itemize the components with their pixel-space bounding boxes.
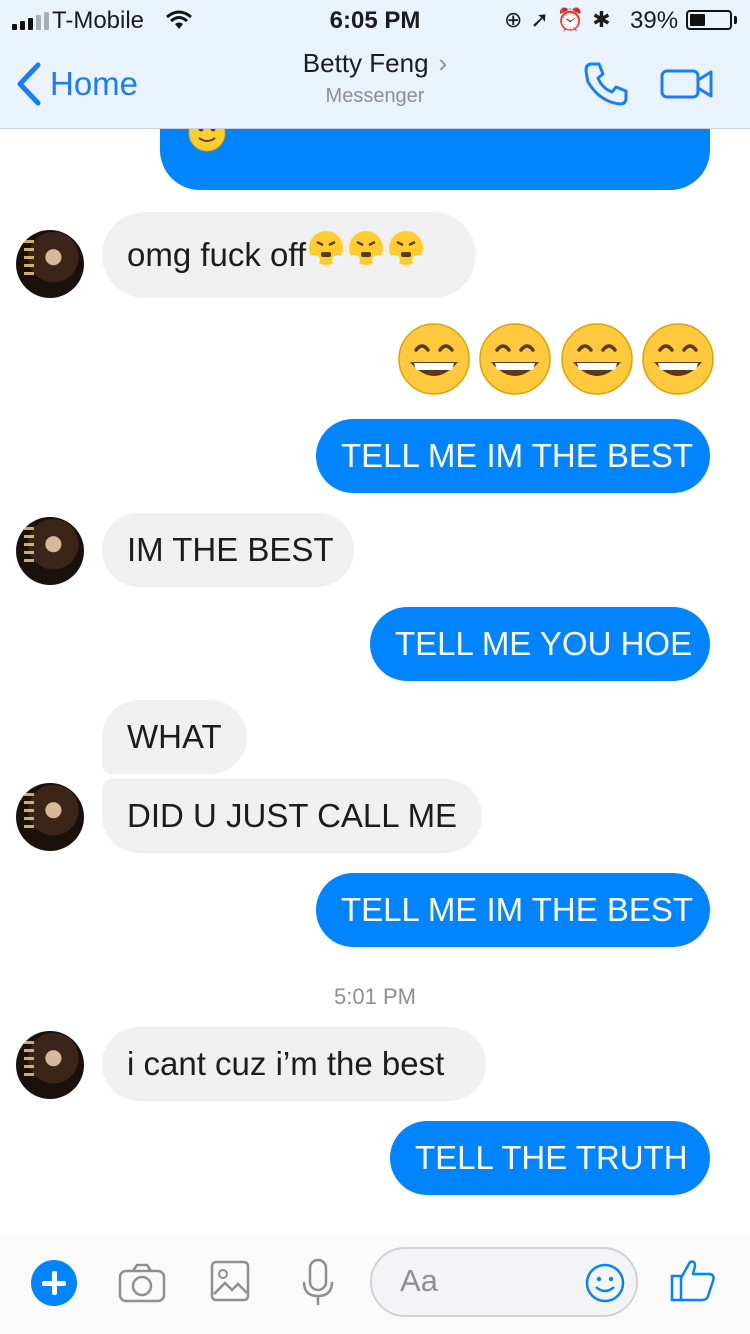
contact-name: Betty Feng — [302, 48, 429, 78]
photo-gallery-button[interactable] — [210, 1260, 250, 1307]
message-received[interactable]: IM THE BEST — [102, 513, 354, 587]
contact-avatar[interactable] — [16, 783, 84, 851]
microphone-icon — [302, 1258, 334, 1305]
face-with-steam-from-nose-icon — [306, 214, 346, 300]
phone-icon — [584, 62, 628, 106]
alarm-icon: ⏰ — [556, 7, 593, 32]
message-sent[interactable]: TELL ME IM THE BEST — [316, 873, 710, 947]
face-with-steam-from-nose-icon — [386, 214, 426, 300]
grinning-face-icon — [560, 323, 633, 395]
voice-message-button[interactable] — [300, 1258, 336, 1313]
contact-avatar[interactable] — [16, 1031, 84, 1099]
message-sent-emoji[interactable] — [396, 322, 716, 396]
chevron-right-icon: › — [438, 48, 448, 78]
status-icons: ⊕➚⏰✱ — [504, 7, 619, 33]
message-received[interactable]: WHAT — [102, 700, 247, 774]
header-subtitle: Messenger — [325, 85, 425, 107]
emoji-button[interactable] — [584, 1262, 626, 1309]
battery-percent: 39% — [630, 7, 679, 34]
thumbs-up-icon — [670, 1260, 715, 1302]
rotation-lock-icon: ⊕ — [504, 7, 531, 32]
message-input-placeholder: Aa — [400, 1263, 438, 1298]
camera-button[interactable] — [118, 1262, 166, 1309]
message-sent[interactable]: TELL ME IM THE BEST — [316, 419, 710, 493]
smiley-icon — [585, 1263, 625, 1303]
grinning-face-icon — [398, 323, 470, 395]
more-actions-button[interactable] — [31, 1260, 77, 1306]
message-received[interactable]: omg fuck off — [102, 212, 476, 298]
grinning-face-icon — [642, 323, 714, 395]
grinning-face-icon — [479, 323, 552, 395]
conversation-header: Home Betty Feng › Messenger — [0, 40, 750, 129]
contact-title[interactable]: Betty Feng › Messenger — [0, 48, 750, 108]
contact-avatar[interactable] — [16, 230, 84, 298]
video-call-button[interactable] — [660, 68, 714, 105]
message-text: omg fuck off — [127, 236, 307, 273]
bluetooth-icon: ✱ — [592, 7, 619, 32]
battery-icon — [686, 10, 732, 30]
message-received[interactable]: i cant cuz i’m the best — [102, 1027, 486, 1101]
image-icon — [210, 1260, 250, 1302]
camera-icon — [118, 1263, 166, 1303]
message-sent[interactable]: TELL THE TRUTH — [390, 1121, 710, 1195]
video-camera-icon — [660, 69, 713, 99]
message-received[interactable]: DID U JUST CALL ME — [102, 779, 482, 853]
voice-call-button[interactable] — [582, 60, 630, 113]
like-button[interactable] — [670, 1258, 716, 1307]
status-bar: T-Mobile 6:05 PM ⊕➚⏰✱ 39% — [0, 0, 750, 40]
message-composer: Aa — [0, 1234, 750, 1334]
face-with-steam-from-nose-icon — [346, 214, 386, 300]
message-input[interactable]: Aa — [370, 1247, 638, 1317]
contact-avatar[interactable] — [16, 517, 84, 585]
location-icon: ➚ — [530, 7, 557, 32]
message-timestamp: 5:01 PM — [334, 984, 416, 1009]
message-sent[interactable]: TELL ME YOU HOE — [370, 607, 710, 681]
